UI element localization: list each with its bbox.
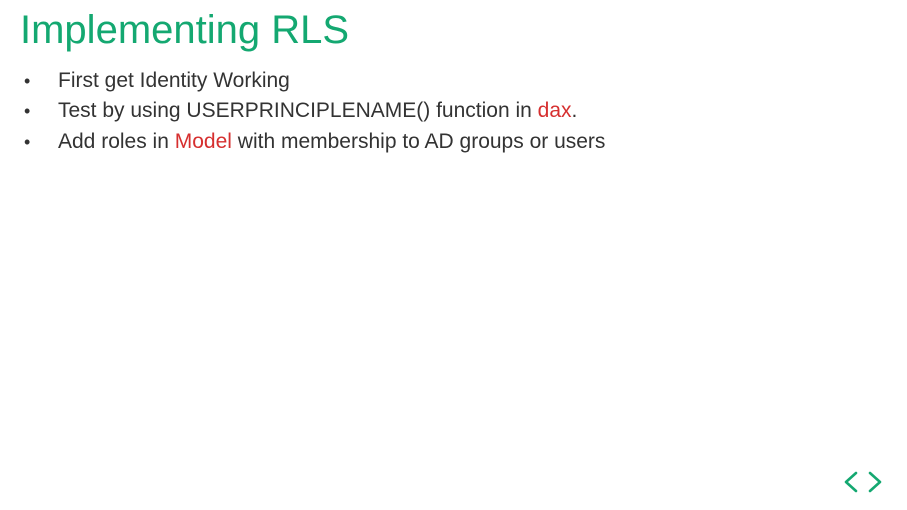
list-item: • Test by using USERPRINCIPLENAME() func… (24, 96, 887, 126)
bullet-icon: • (24, 98, 58, 124)
bullet-text-prefix: Test by using USERPRINCIPLENAME() functi… (58, 99, 538, 122)
bullet-icon: • (24, 129, 58, 155)
bullet-list: • First get Identity Working • Test by u… (20, 66, 887, 157)
bullet-text: Add roles in Model with membership to AD… (58, 127, 887, 157)
bullet-text-suffix: with membership to AD groups or users (232, 130, 606, 153)
bullet-text: First get Identity Working (58, 66, 887, 96)
list-item: • Add roles in Model with membership to … (24, 127, 887, 157)
nav-arrows-icon[interactable] (841, 470, 885, 494)
slide-title: Implementing RLS (20, 8, 887, 52)
bullet-text: Test by using USERPRINCIPLENAME() functi… (58, 96, 887, 126)
bullet-highlight: dax (538, 99, 572, 122)
bullet-text-suffix: . (572, 99, 578, 122)
list-item: • First get Identity Working (24, 66, 887, 96)
bullet-icon: • (24, 68, 58, 94)
bullet-text-prefix: Add roles in (58, 130, 175, 153)
slide: Implementing RLS • First get Identity Wo… (0, 0, 907, 510)
bullet-highlight: Model (175, 130, 232, 153)
